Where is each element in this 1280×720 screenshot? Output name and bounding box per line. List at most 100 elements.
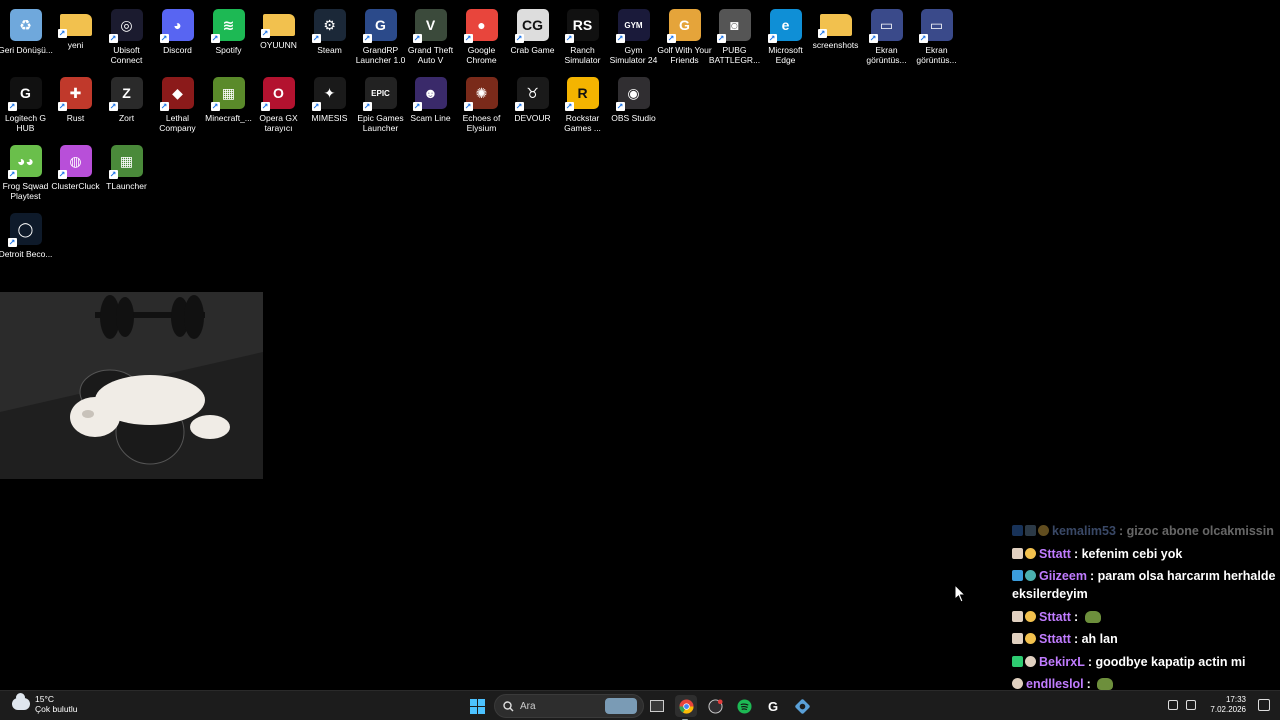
badge-icon [1025,633,1036,644]
desktop-shortcut[interactable]: ▭ ↗ Ekran görüntüs... [911,4,962,70]
obs-icon [707,698,723,714]
start-button[interactable] [467,696,487,716]
shortcut-arrow-icon: ↗ [463,34,473,43]
chat-username: Sttatt [1039,632,1071,646]
pubg-icon: ◙ ↗ [716,9,751,43]
system-tray [1152,700,1196,710]
shortcut-arrow-icon: ↗ [7,238,17,247]
desktop-shortcut-label: Detroit Beco... [0,249,53,259]
desktop-shortcut-label: Steam [317,45,342,55]
desktop-shortcut[interactable]: ≋ ↗ Spotify [203,4,254,70]
desktop-shortcut[interactable]: ▦ ↗ TLauncher [101,140,152,206]
taskbar: 15°C Çok bulutlu Ara G 17:33 7.02.2026 [0,690,1280,720]
shortcut-arrow-icon: ↗ [716,34,726,43]
desktop-shortcut[interactable]: ✚ ↗ Rust [50,72,101,138]
clustercluck-icon: ◍ ↗ [57,145,92,179]
desktop-shortcut[interactable]: ◕◕ ↗ Frog Sqwad Playtest [0,140,51,206]
desktop-shortcut[interactable]: ▦ ↗ Minecraft_... [203,72,254,138]
folder-icon: ↗ [57,14,92,38]
shortcut-arrow-icon: ↗ [514,102,524,111]
chat-username: BekirxL [1039,654,1085,669]
chat-text: gizoc abone olcakmissin [1126,524,1274,538]
desktop-shortcut[interactable]: ⚙ ↗ Steam [304,4,355,70]
desktop-shortcut[interactable]: EPIC ↗ Epic Games Launcher [355,72,406,138]
badge-icon [1012,655,1023,667]
taskbar-spotify-button[interactable] [734,696,754,716]
desktop-shortcut[interactable]: RS ↗ Ranch Simulator [557,4,608,70]
desktop-shortcut[interactable]: ◕ ↗ Discord [152,4,203,70]
frog-squad-icon: ◕◕ ↗ [7,145,42,179]
desktop-shortcut[interactable]: O ↗ Opera GX tarayıcı [253,72,304,138]
desktop-shortcut-label: Scam Line [410,113,451,123]
chat-message: Sttatt: ah lan [1012,630,1280,648]
desktop-shortcut-label: Spotify [215,45,242,55]
spotify-icon: ≋ ↗ [210,9,245,43]
chat-username: Sttatt [1039,546,1071,561]
taskbar-obs-button[interactable] [705,696,725,716]
desktop-shortcut[interactable]: G ↗ Logitech G HUB [0,72,51,138]
desktop-shortcut-label: Ubisoft Connect [110,45,143,65]
system-clock[interactable]: 17:33 7.02.2026 [1210,695,1246,715]
desktop-shortcut[interactable]: ✺ ↗ Echoes of Elysium [456,72,507,138]
desktop-shortcut[interactable]: ◆ ↗ Lethal Company [152,72,203,138]
shortcut-arrow-icon: ↗ [615,102,625,111]
chat-message: BekirxL: goodbye kapatip actin mi [1012,653,1280,671]
volume-icon[interactable] [1186,700,1196,710]
scam-line-icon: ☻ ↗ [412,77,447,111]
badge-icon [1025,570,1036,581]
shortcut-arrow-icon: ↗ [7,102,17,111]
spotify-icon [736,698,752,714]
notification-icon[interactable] [1258,699,1270,711]
network-icon[interactable] [1168,700,1178,710]
desktop-shortcut[interactable]: ↗ OYUUNN [253,4,304,70]
shortcut-arrow-icon: ↗ [615,34,625,43]
gear-app-icon [794,698,810,714]
desktop-shortcut[interactable]: ☻ ↗ Scam Line [405,72,456,138]
desktop-shortcut[interactable]: ◙ ↗ PUBG BATTLEGR... [709,4,760,70]
desktop-shortcut[interactable]: ↗ yeni [50,4,101,70]
desktop-shortcut[interactable]: ◉ ↗ OBS Studio [608,72,659,138]
desktop-shortcut-label: Geri Dönüşü... [0,45,53,55]
desktop-shortcut-label: Grand Theft Auto V [407,45,454,65]
desktop-shortcut[interactable]: V ↗ Grand Theft Auto V [405,4,456,70]
chevron-up-icon[interactable] [1152,700,1160,710]
desktop-shortcut-label: DEVOUR [514,113,551,123]
desktop-shortcut[interactable]: CG ↗ Crab Game [507,4,558,70]
windows-icon [469,698,485,714]
desktop-shortcut[interactable]: ◯ ↗ Detroit Beco... [0,208,53,274]
shortcut-arrow-icon: ↗ [412,34,422,43]
weather-widget[interactable]: 15°C Çok bulutlu [12,693,78,714]
screenshot-file-icon: ▭ ↗ [918,9,953,43]
shortcut-arrow-icon: ↗ [868,34,878,43]
gta-icon: V ↗ [412,9,447,43]
desktop-shortcut[interactable]: ↗ screenshots [810,4,861,70]
badge-icon [1012,678,1023,689]
desktop-shortcut[interactable]: ● ↗ Google Chrome [456,4,507,70]
task-view-button[interactable] [647,696,667,716]
desktop-shortcut[interactable]: ♉ ↗ DEVOUR [507,72,558,138]
shortcut-arrow-icon: ↗ [311,34,321,43]
taskbar-app-button[interactable] [792,696,812,716]
desktop-shortcut[interactable]: e ↗ Microsoft Edge [760,4,811,70]
taskbar-chrome-button[interactable] [675,695,697,720]
desktop-shortcut-label: Golf With Your Friends [657,45,712,65]
desktop-shortcut[interactable]: ▭ ↗ Ekran görüntüs... [861,4,912,70]
desktop-shortcut[interactable]: G ↗ Golf With Your Friends [657,4,712,70]
desktop-shortcut[interactable]: ♻ Geri Dönüşü... [0,4,53,70]
badge-icon [1025,547,1036,559]
desktop-shortcut-label: Frog Sqwad Playtest [2,181,49,201]
desktop-shortcut-label: Ekran görüntüs... [916,45,957,65]
screenshot-file-icon: ▭ ↗ [868,9,903,43]
desktop-shortcut[interactable]: R ↗ Rockstar Games ... [557,72,608,138]
desktop-shortcut[interactable]: ◍ ↗ ClusterCluck [50,140,101,206]
taskbar-logitech-button[interactable]: G [763,696,783,716]
desktop-shortcut[interactable]: ✦ ↗ MIMESIS [304,72,355,138]
desktop-shortcut[interactable]: GYM ↗ Gym Simulator 24 [608,4,659,70]
desktop-shortcut[interactable]: ◎ ↗ Ubisoft Connect [101,4,152,70]
zort-icon: Z ↗ [108,77,143,111]
cat-video-overlay [0,292,263,479]
taskbar-search[interactable]: Ara [494,694,644,718]
chat-message: Sttatt: [1012,608,1280,626]
desktop-shortcut[interactable]: G ↗ GrandRP Launcher 1.0 [355,4,406,70]
desktop-shortcut[interactable]: Z ↗ Zort [101,72,152,138]
